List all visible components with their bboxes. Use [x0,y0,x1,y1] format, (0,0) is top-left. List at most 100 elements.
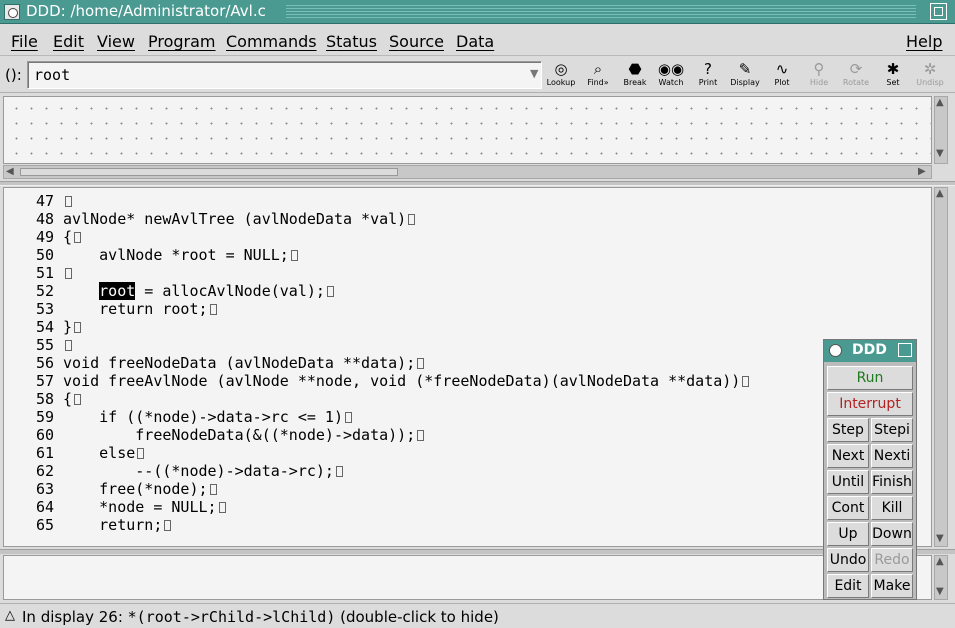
horizontal-scroll-thumb[interactable] [20,168,398,176]
pane-separator[interactable] [0,181,955,186]
console-vertical-scrollbar[interactable]: ▲ ▼ [934,555,948,600]
window-menu-icon[interactable] [4,4,20,20]
end-of-line-marker-icon [209,484,217,495]
rotate-button[interactable]: ⟳ Rotate [838,60,874,91]
hide-label: Hide [809,78,829,87]
scroll-up-icon[interactable]: ▲ [936,189,944,199]
source-line[interactable]: 50 avlNode *root = NULL; [4,246,298,264]
set-button[interactable]: ✱ Set [875,60,911,91]
hide-button[interactable]: ⚲ Hide [801,60,837,91]
scroll-right-icon[interactable]: ▶ [918,167,926,177]
down-button[interactable]: Down [871,522,913,546]
debugger-console[interactable] [3,555,932,600]
data-vertical-scrollbar[interactable]: ▲ ▼ [934,96,948,164]
until-button[interactable]: Until [827,470,869,494]
hide-icon: ⚲ [813,60,825,78]
find-label: Find» [587,78,609,87]
set-label: Set [886,78,900,87]
source-line[interactable]: 63 free(*node); [4,480,217,498]
source-line[interactable]: 58 { [4,390,82,408]
rotate-label: Rotate [842,78,870,87]
watch-icon: ◉◉ [657,60,685,78]
source-line[interactable]: 61 else [4,444,145,462]
redo-button[interactable]: Redo [871,548,913,572]
argument-history-arrow-icon[interactable]: ▼ [530,67,538,80]
source-line[interactable]: 55 [4,336,73,354]
scroll-up-icon[interactable]: ▲ [936,98,944,108]
source-line[interactable]: 59 if ((*node)->data->rc <= 1) [4,408,352,426]
title-bar-drag-area[interactable] [286,5,916,19]
source-line[interactable]: 52 root = allocAvlNode(val); [4,282,334,300]
finish-button[interactable]: Finish [871,470,913,494]
source-line[interactable]: 54 } [4,318,82,336]
next-button[interactable]: Next [827,444,869,468]
display-button[interactable]: ✎ Display [727,60,763,91]
source-line[interactable]: 57 void freeAvlNode (avlNode **node, voi… [4,372,750,390]
source-line[interactable]: 51 [4,264,73,282]
scroll-left-icon[interactable]: ◀ [6,167,14,177]
watch-button[interactable]: ◉◉ Watch [653,60,689,91]
source-line[interactable]: 56 void freeNodeData (avlNodeData **data… [4,354,425,372]
command-tool-maximize-icon[interactable] [898,343,912,357]
source-line[interactable]: 48 avlNode* newAvlTree (avlNodeData *val… [4,210,416,228]
source-line[interactable]: 60 freeNodeData(&((*node)->data)); [4,426,425,444]
cont-button[interactable]: Cont [827,496,869,520]
menu-help[interactable]: Help [906,32,942,51]
step-button[interactable]: Step [827,418,869,442]
source-line[interactable]: 49 { [4,228,82,246]
undo-button[interactable]: Undo [827,548,869,572]
menu-program[interactable]: Program [148,32,216,51]
menu-view[interactable]: View [97,32,135,51]
menu-file[interactable]: File [11,32,38,51]
line-number: 52 [35,282,54,300]
end-of-line-marker-icon [290,250,298,261]
menu-status[interactable]: Status [326,32,377,51]
end-of-line-marker-icon [417,358,425,369]
kill-button[interactable]: Kill [871,496,913,520]
argument-input[interactable]: root [27,61,542,89]
menu-commands[interactable]: Commands [226,32,317,51]
interrupt-button[interactable]: Interrupt [827,392,913,416]
edit-button[interactable]: Edit [827,574,869,598]
run-button[interactable]: Run [827,366,913,390]
undisp-button[interactable]: ✲ Undisp [912,60,948,91]
line-number: 62 [35,462,54,480]
selected-text[interactable]: root [99,282,136,300]
scroll-down-icon[interactable]: ▼ [936,534,944,544]
command-tool-menu-icon[interactable] [829,344,842,357]
data-horizontal-scrollbar[interactable]: ◀ ▶ [3,165,932,179]
pane-separator-console[interactable] [0,549,955,554]
source-line[interactable]: 47 [4,192,73,210]
up-button[interactable]: Up [827,522,869,546]
code-text: avlNode *root = NULL; [63,246,289,264]
menu-edit[interactable]: Edit [53,32,84,51]
find-button[interactable]: ⌕ Find» [580,60,616,91]
scroll-down-icon[interactable]: ▼ [936,587,944,597]
source-vertical-scrollbar[interactable]: ▲ ▼ [934,187,948,547]
source-window[interactable]: 47 48 avlNode* newAvlTree (avlNodeData *… [3,187,932,547]
line-number: 59 [35,408,54,426]
source-line[interactable]: 64 *node = NULL; [4,498,226,516]
print-button[interactable]: ? Print [690,60,726,91]
source-line[interactable]: 53 return root; [4,300,217,318]
menu-source[interactable]: Source [389,32,444,51]
make-button[interactable]: Make [871,574,913,598]
status-bar: △ In display 26: *(root->rChild->lChild)… [0,603,955,628]
scroll-up-icon[interactable]: ▲ [936,557,944,567]
maximize-icon[interactable] [930,3,947,20]
display-icon: ✎ [738,60,752,78]
scroll-down-icon[interactable]: ▼ [936,149,944,159]
command-tool-title-bar[interactable]: DDD [824,340,916,362]
source-line[interactable]: 65 return; [4,516,172,534]
lookup-button[interactable]: ◎ Lookup [543,60,579,91]
status-history-icon[interactable]: △ [5,608,15,623]
menu-data[interactable]: Data [456,32,494,51]
source-line[interactable]: 62 --((*node)->data->rc); [4,462,343,480]
plot-button[interactable]: ∿ Plot [764,60,800,91]
break-button[interactable]: ⬣ Break [617,60,653,91]
stepi-button[interactable]: Stepi [871,418,913,442]
data-display-area[interactable] [3,96,932,164]
line-number: 65 [35,516,54,534]
nexti-button[interactable]: Nexti [871,444,913,468]
line-number: 61 [35,444,54,462]
